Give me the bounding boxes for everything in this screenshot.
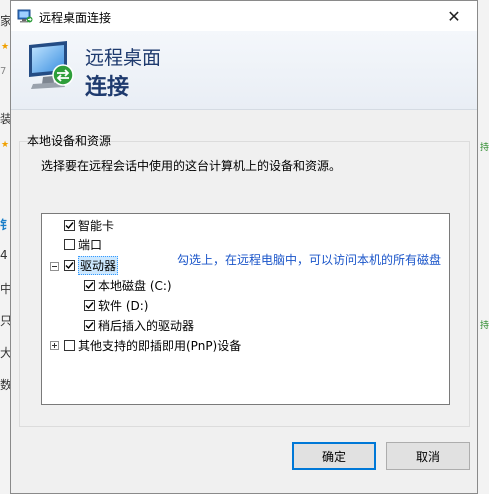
tree-item-drives[interactable]: 驱动器: [64, 255, 119, 275]
local-disk-c-checkbox[interactable]: [84, 279, 95, 291]
expand-icon[interactable]: [50, 341, 59, 350]
tree-item-local-disk-c[interactable]: 本地磁盘 (C:): [84, 276, 172, 294]
background-text: 持: [480, 321, 489, 331]
tree-item-label: 稍后插入的驱动器: [98, 318, 195, 333]
tree-item-software-d[interactable]: 软件 (D:): [84, 296, 148, 314]
close-icon: ✕: [447, 6, 461, 26]
tree-item-label: 其他支持的即插即用(PnP)设备: [78, 338, 242, 353]
background-page-right: 持 持: [478, 0, 489, 494]
background-text: 持: [480, 143, 489, 153]
tree-item-later-drives[interactable]: 稍后插入的驱动器: [84, 316, 194, 334]
checkmark-icon: [85, 321, 94, 329]
star-icon: ★: [1, 42, 10, 52]
tree-item-label: 驱动器: [78, 255, 119, 275]
background-text: 4: [0, 248, 8, 262]
banner-title-line1: 远程桌面: [85, 47, 162, 69]
tree-item-label: 智能卡: [78, 218, 115, 233]
remote-desktop-icon: [17, 9, 33, 23]
pnp-devices-checkbox[interactable]: [64, 339, 75, 351]
checkmark-icon: [85, 281, 94, 289]
group-description: 选择要在远程会话中使用的这台计算机上的设备和资源。: [41, 159, 342, 173]
checkmark-icon: [65, 221, 74, 229]
star-icon: ★: [1, 140, 10, 150]
smart-card-checkbox[interactable]: [64, 219, 75, 231]
checkmark-icon: [65, 261, 74, 269]
tree-item-ports[interactable]: 端口: [64, 235, 102, 253]
title-bar[interactable]: 远程桌面连接 ✕: [11, 1, 477, 31]
tree-item-label: 本地磁盘 (C:): [98, 278, 172, 293]
ports-checkbox[interactable]: [64, 238, 75, 250]
background-page-left: 家 ★ 7 装 ★ 钅 4 中 只 大 数: [0, 0, 12, 494]
window-title: 远程桌面连接: [39, 11, 112, 25]
ok-button[interactable]: 确定: [292, 442, 376, 470]
later-drives-checkbox[interactable]: [84, 319, 95, 331]
cancel-button[interactable]: 取消: [386, 442, 470, 470]
banner-title-line2: 连接: [85, 75, 130, 100]
tree-item-pnp-devices[interactable]: 其他支持的即插即用(PnP)设备: [64, 336, 241, 354]
device-tree[interactable]: 智能卡 端口 驱动器 本地磁盘 (C:) 软件 (D:) 稍后插入的驱动器 其他…: [41, 213, 450, 405]
tree-item-label: 软件 (D:): [98, 298, 149, 313]
checkmark-icon: [85, 301, 94, 309]
background-text: 7: [0, 66, 7, 77]
group-label: 本地设备和资源: [27, 134, 112, 148]
header-banner: 远程桌面 连接: [11, 31, 477, 110]
drives-annotation: 勾选上，在远程电脑中，可以访问本机的所有磁盘: [177, 253, 442, 267]
tree-item-label: 端口: [78, 237, 103, 252]
drives-checkbox[interactable]: [64, 259, 75, 271]
remote-desktop-dialog: 远程桌面连接 ✕ 远程桌面 连接 本地设备和资源 选择要在远程会话中使用的这台计…: [10, 0, 478, 494]
software-d-checkbox[interactable]: [84, 299, 95, 311]
close-button[interactable]: ✕: [431, 1, 477, 31]
collapse-icon[interactable]: [50, 262, 59, 271]
tree-item-smart-card[interactable]: 智能卡: [64, 216, 114, 234]
monitor-icon: [29, 41, 74, 89]
